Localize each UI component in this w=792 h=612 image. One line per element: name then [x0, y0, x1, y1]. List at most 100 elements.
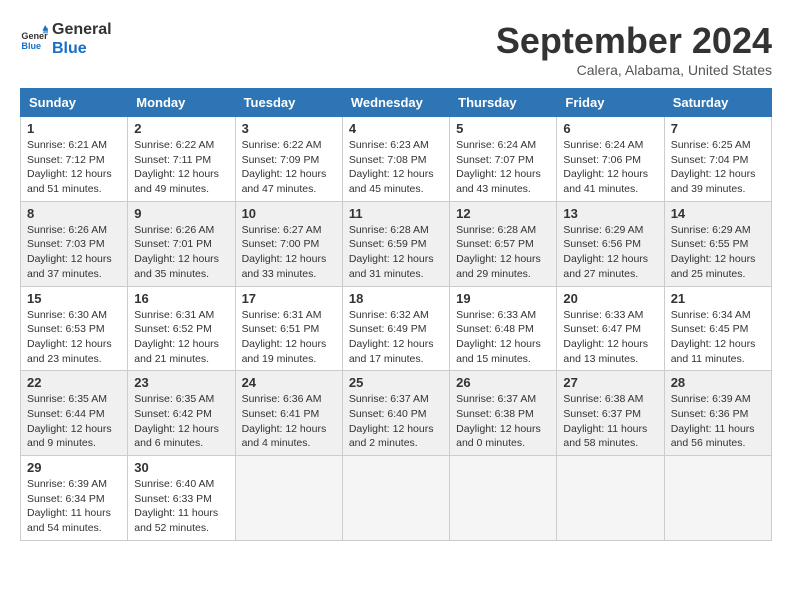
empty-cell: [235, 456, 342, 541]
day-info: Sunrise: 6:22 AM Sunset: 7:11 PM Dayligh…: [134, 138, 228, 197]
day-cell-20: 20 Sunrise: 6:33 AM Sunset: 6:47 PM Dayli…: [557, 286, 664, 371]
day-cell-17: 17 Sunrise: 6:31 AM Sunset: 6:51 PM Dayli…: [235, 286, 342, 371]
day-info: Sunrise: 6:28 AM Sunset: 6:59 PM Dayligh…: [349, 223, 443, 282]
day-number: 16: [134, 291, 228, 306]
day-info: Sunrise: 6:33 AM Sunset: 6:47 PM Dayligh…: [563, 308, 657, 367]
day-info: Sunrise: 6:37 AM Sunset: 6:38 PM Dayligh…: [456, 392, 550, 451]
day-cell-29: 29 Sunrise: 6:39 AM Sunset: 6:34 PM Dayli…: [21, 456, 128, 541]
day-cell-11: 11 Sunrise: 6:28 AM Sunset: 6:59 PM Dayli…: [342, 201, 449, 286]
day-number: 11: [349, 206, 443, 221]
empty-cell: [342, 456, 449, 541]
day-cell-25: 25 Sunrise: 6:37 AM Sunset: 6:40 PM Dayli…: [342, 371, 449, 456]
day-info: Sunrise: 6:34 AM Sunset: 6:45 PM Dayligh…: [671, 308, 765, 367]
title-section: September 2024 Calera, Alabama, United S…: [496, 20, 772, 78]
column-header-sunday: Sunday: [21, 89, 128, 117]
calendar-table: SundayMondayTuesdayWednesdayThursdayFrid…: [20, 88, 772, 541]
day-cell-12: 12 Sunrise: 6:28 AM Sunset: 6:57 PM Dayli…: [450, 201, 557, 286]
day-cell-19: 19Sunrise: 6:33 AM Sunset: 6:48 PM Dayli…: [450, 286, 557, 371]
day-number: 5: [456, 121, 550, 136]
day-info: Sunrise: 6:30 AM Sunset: 6:53 PM Dayligh…: [27, 308, 121, 367]
week-row-1: 1Sunrise: 6:21 AM Sunset: 7:12 PM Daylig…: [21, 117, 772, 202]
day-number: 9: [134, 206, 228, 221]
calendar-header-row: SundayMondayTuesdayWednesdayThursdayFrid…: [21, 89, 772, 117]
day-number: 26: [456, 375, 550, 390]
day-number: 20: [563, 291, 657, 306]
week-row-4: 22 Sunrise: 6:35 AM Sunset: 6:44 PM Dayli…: [21, 371, 772, 456]
day-cell-5: 5 Sunrise: 6:24 AM Sunset: 7:07 PM Daylig…: [450, 117, 557, 202]
empty-cell: [450, 456, 557, 541]
day-cell-28: 28Sunrise: 6:39 AM Sunset: 6:36 PM Dayli…: [664, 371, 771, 456]
empty-cell: [664, 456, 771, 541]
logo-blue: Blue: [52, 39, 112, 58]
day-number: 6: [563, 121, 657, 136]
svg-text:Blue: Blue: [21, 41, 41, 51]
day-info: Sunrise: 6:39 AM Sunset: 6:36 PM Dayligh…: [671, 392, 765, 451]
day-info: Sunrise: 6:27 AM Sunset: 7:00 PM Dayligh…: [242, 223, 336, 282]
day-number: 12: [456, 206, 550, 221]
day-info: Sunrise: 6:23 AM Sunset: 7:08 PM Dayligh…: [349, 138, 443, 197]
day-number: 14: [671, 206, 765, 221]
day-info: Sunrise: 6:40 AM Sunset: 6:33 PM Dayligh…: [134, 477, 228, 536]
day-info: Sunrise: 6:32 AM Sunset: 6:49 PM Dayligh…: [349, 308, 443, 367]
day-number: 15: [27, 291, 121, 306]
column-header-tuesday: Tuesday: [235, 89, 342, 117]
day-cell-6: 6Sunrise: 6:24 AM Sunset: 7:06 PM Daylig…: [557, 117, 664, 202]
day-number: 4: [349, 121, 443, 136]
day-cell-3: 3Sunrise: 6:22 AM Sunset: 7:09 PM Daylig…: [235, 117, 342, 202]
day-cell-8: 8 Sunrise: 6:26 AM Sunset: 7:03 PM Daylig…: [21, 201, 128, 286]
day-cell-15: 15 Sunrise: 6:30 AM Sunset: 6:53 PM Dayli…: [21, 286, 128, 371]
logo-icon: General Blue: [20, 25, 48, 53]
day-number: 7: [671, 121, 765, 136]
day-cell-7: 7Sunrise: 6:25 AM Sunset: 7:04 PM Daylig…: [664, 117, 771, 202]
week-row-5: 29 Sunrise: 6:39 AM Sunset: 6:34 PM Dayli…: [21, 456, 772, 541]
column-header-thursday: Thursday: [450, 89, 557, 117]
day-info: Sunrise: 6:28 AM Sunset: 6:57 PM Dayligh…: [456, 223, 550, 282]
day-info: Sunrise: 6:31 AM Sunset: 6:51 PM Dayligh…: [242, 308, 336, 367]
day-info: Sunrise: 6:35 AM Sunset: 6:44 PM Dayligh…: [27, 392, 121, 451]
day-cell-14: 14 Sunrise: 6:29 AM Sunset: 6:55 PM Dayli…: [664, 201, 771, 286]
day-number: 22: [27, 375, 121, 390]
logo-general: General: [52, 20, 112, 39]
week-row-3: 15 Sunrise: 6:30 AM Sunset: 6:53 PM Dayli…: [21, 286, 772, 371]
location-title: Calera, Alabama, United States: [496, 62, 772, 78]
day-number: 10: [242, 206, 336, 221]
day-info: Sunrise: 6:37 AM Sunset: 6:40 PM Dayligh…: [349, 392, 443, 451]
day-cell-22: 22 Sunrise: 6:35 AM Sunset: 6:44 PM Dayli…: [21, 371, 128, 456]
day-info: Sunrise: 6:36 AM Sunset: 6:41 PM Dayligh…: [242, 392, 336, 451]
day-info: Sunrise: 6:29 AM Sunset: 6:56 PM Dayligh…: [563, 223, 657, 282]
day-number: 2: [134, 121, 228, 136]
day-info: Sunrise: 6:29 AM Sunset: 6:55 PM Dayligh…: [671, 223, 765, 282]
day-cell-9: 9Sunrise: 6:26 AM Sunset: 7:01 PM Daylig…: [128, 201, 235, 286]
day-number: 17: [242, 291, 336, 306]
day-cell-27: 27 Sunrise: 6:38 AM Sunset: 6:37 PM Dayli…: [557, 371, 664, 456]
empty-cell: [557, 456, 664, 541]
day-number: 13: [563, 206, 657, 221]
day-number: 24: [242, 375, 336, 390]
day-number: 27: [563, 375, 657, 390]
day-cell-4: 4 Sunrise: 6:23 AM Sunset: 7:08 PM Daylig…: [342, 117, 449, 202]
column-header-monday: Monday: [128, 89, 235, 117]
day-info: Sunrise: 6:39 AM Sunset: 6:34 PM Dayligh…: [27, 477, 121, 536]
day-number: 23: [134, 375, 228, 390]
day-number: 21: [671, 291, 765, 306]
week-row-2: 8 Sunrise: 6:26 AM Sunset: 7:03 PM Daylig…: [21, 201, 772, 286]
day-info: Sunrise: 6:35 AM Sunset: 6:42 PM Dayligh…: [134, 392, 228, 451]
column-header-saturday: Saturday: [664, 89, 771, 117]
day-info: Sunrise: 6:26 AM Sunset: 7:03 PM Dayligh…: [27, 223, 121, 282]
day-cell-2: 2 Sunrise: 6:22 AM Sunset: 7:11 PM Daylig…: [128, 117, 235, 202]
day-info: Sunrise: 6:31 AM Sunset: 6:52 PM Dayligh…: [134, 308, 228, 367]
day-cell-23: 23 Sunrise: 6:35 AM Sunset: 6:42 PM Dayli…: [128, 371, 235, 456]
day-number: 8: [27, 206, 121, 221]
day-info: Sunrise: 6:24 AM Sunset: 7:07 PM Dayligh…: [456, 138, 550, 197]
day-number: 18: [349, 291, 443, 306]
day-number: 30: [134, 460, 228, 475]
day-info: Sunrise: 6:22 AM Sunset: 7:09 PM Dayligh…: [242, 138, 336, 197]
month-title: September 2024: [496, 20, 772, 62]
day-number: 25: [349, 375, 443, 390]
day-number: 1: [27, 121, 121, 136]
day-cell-10: 10 Sunrise: 6:27 AM Sunset: 7:00 PM Dayli…: [235, 201, 342, 286]
day-cell-24: 24 Sunrise: 6:36 AM Sunset: 6:41 PM Dayli…: [235, 371, 342, 456]
day-number: 29: [27, 460, 121, 475]
day-info: Sunrise: 6:38 AM Sunset: 6:37 PM Dayligh…: [563, 392, 657, 451]
page-header: General Blue General Blue September 2024…: [20, 20, 772, 78]
